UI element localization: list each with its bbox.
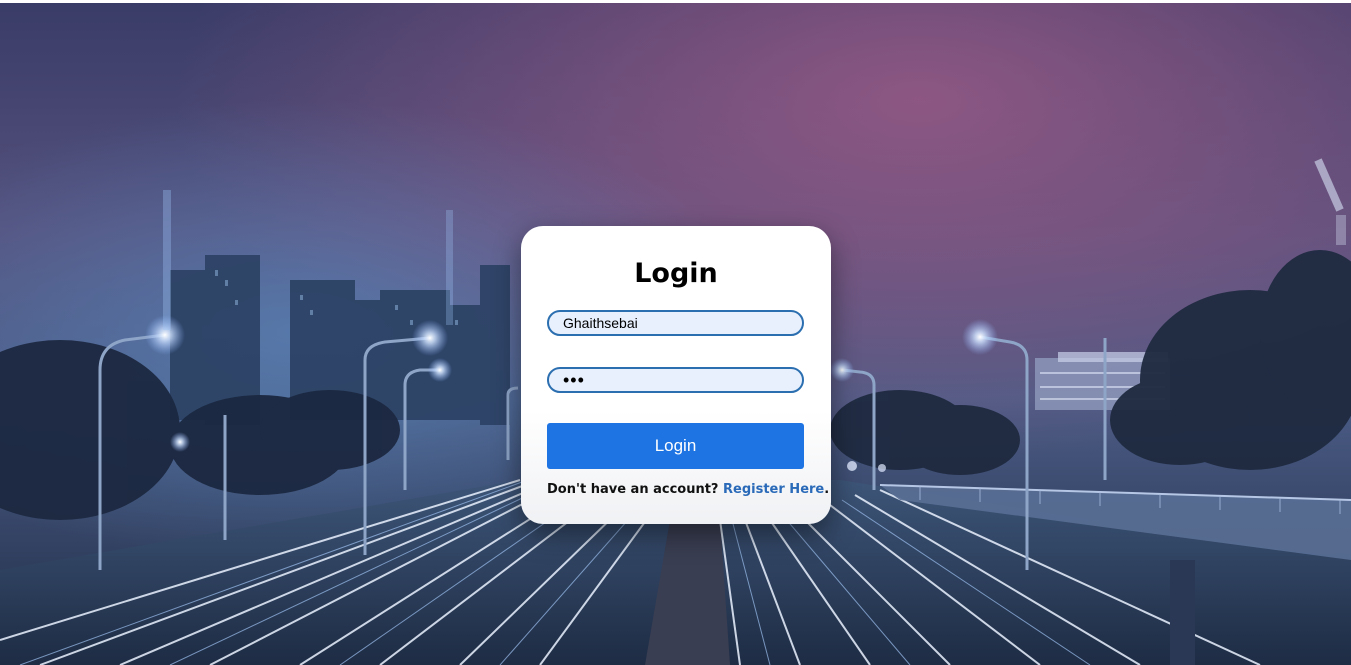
login-page: Login Login Don't have an account? Regis… xyxy=(0,0,1351,665)
login-title: Login xyxy=(634,258,718,289)
register-prompt-line: Don't have an account? Register Here. xyxy=(547,482,829,497)
username-input[interactable] xyxy=(547,310,804,336)
login-card: Login Login Don't have an account? Regis… xyxy=(521,226,831,524)
password-input[interactable] xyxy=(547,367,804,393)
register-link[interactable]: Register Here xyxy=(723,482,824,497)
top-border xyxy=(0,0,1351,3)
register-suffix: . xyxy=(824,482,830,497)
login-button[interactable]: Login xyxy=(547,423,804,469)
register-prompt-text: Don't have an account? xyxy=(547,482,719,497)
